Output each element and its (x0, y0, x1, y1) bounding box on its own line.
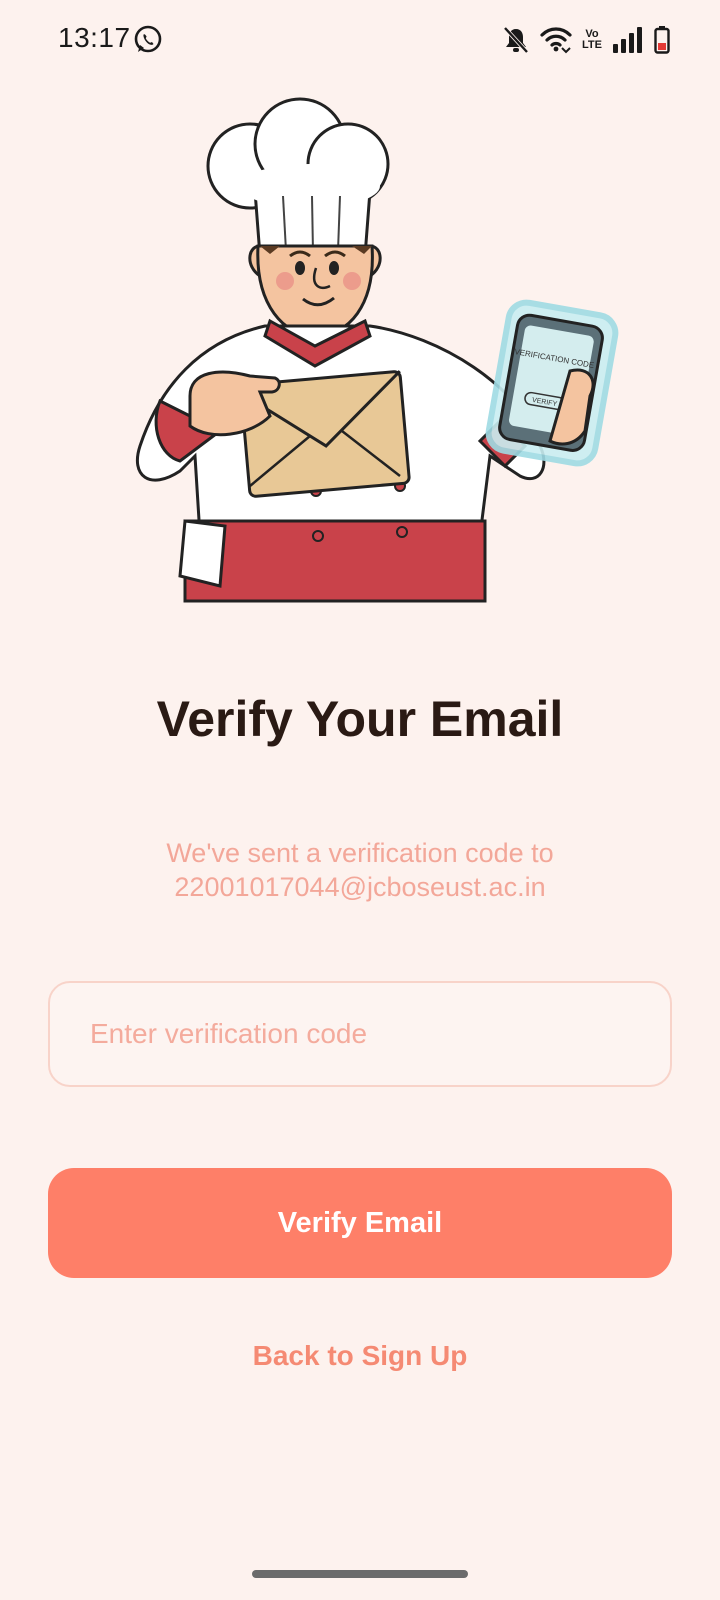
verify-email-screen: 13:17 Vo LTE VERIFICATION CODE VERIFY Ve… (0, 0, 720, 1600)
status-bar: 13:17 Vo LTE (0, 0, 720, 80)
whatsapp-icon (134, 25, 162, 53)
chef-illustration: VERIFICATION CODE VERIFY (135, 97, 619, 603)
home-indicator[interactable] (252, 1570, 468, 1578)
phone-illustration: VERIFICATION CODE VERIFY (485, 299, 619, 467)
bell-off-icon (503, 26, 529, 54)
signal-icon (613, 27, 642, 53)
battery-low-icon (654, 26, 670, 54)
verify-email-button[interactable]: Verify Email (48, 1168, 672, 1278)
volte-icon: Vo LTE (582, 28, 602, 51)
verification-code-input[interactable] (50, 983, 670, 1085)
page-title: Verify Your Email (156, 691, 564, 747)
verification-email: 22001017044@jcboseust.ac.in (174, 872, 546, 902)
verification-message-line1: We've sent a verification code to (166, 838, 554, 868)
verification-message: We've sent a verification code to 220010… (60, 836, 660, 904)
code-input-container (48, 981, 672, 1087)
chef-hat (206, 97, 390, 258)
wifi-icon (540, 27, 572, 54)
status-time: 13:17 (58, 22, 131, 53)
status-icons: Vo LTE (502, 24, 670, 56)
back-to-sign-up-link[interactable]: Back to Sign Up (0, 1340, 720, 1372)
